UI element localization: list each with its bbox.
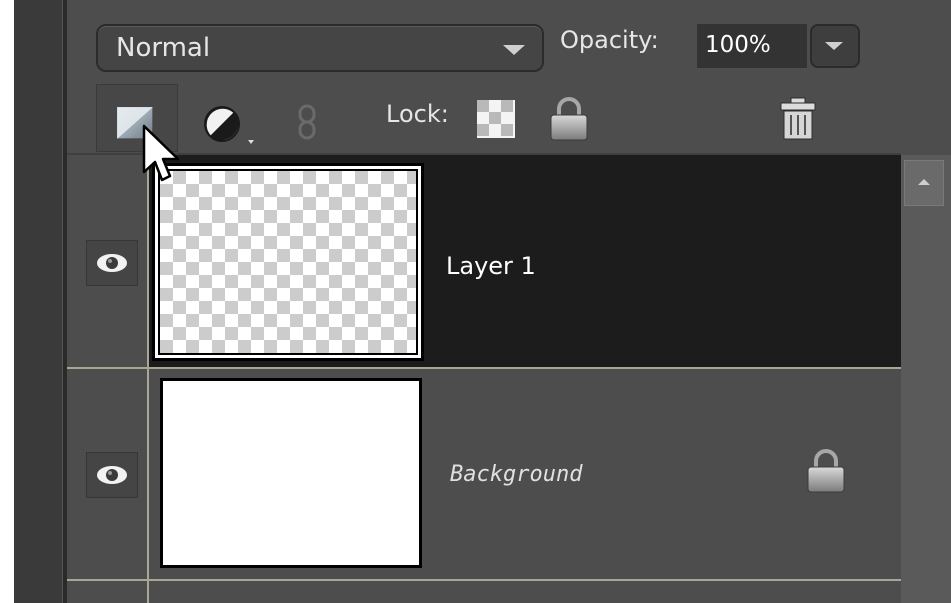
- layer-visibility-toggle[interactable]: [86, 240, 138, 286]
- eye-icon: [97, 254, 127, 272]
- mouse-pointer-icon: [142, 124, 180, 182]
- layer-name[interactable]: Background: [450, 462, 582, 487]
- layers-panel-window: Normal Opacity: 100% Lock: Layer 1 Backg…: [0, 0, 951, 603]
- visibility-column-divider: [147, 155, 149, 603]
- layer-thumbnail[interactable]: [160, 378, 422, 568]
- opacity-input[interactable]: 100%: [697, 24, 807, 68]
- row-divider: [67, 579, 901, 581]
- layer-visibility-toggle[interactable]: [86, 452, 138, 498]
- lock-label: Lock:: [386, 100, 449, 128]
- scroll-up-button[interactable]: [904, 160, 944, 206]
- opacity-label: Opacity:: [560, 26, 659, 54]
- blend-mode-value: Normal: [116, 33, 211, 63]
- left-dock-strip: [14, 0, 62, 603]
- lock-icon: [807, 449, 845, 493]
- layer-thumbnail[interactable]: [152, 163, 424, 361]
- adjustment-layer-icon[interactable]: [200, 102, 256, 148]
- eye-icon: [97, 466, 127, 484]
- lock-transparent-pixels-icon[interactable]: [477, 100, 515, 138]
- layer-name[interactable]: Layer 1: [446, 252, 536, 280]
- scrollbar-track[interactable]: [901, 155, 951, 603]
- lock-icon[interactable]: [548, 96, 590, 142]
- transparency-checkerboard: [158, 169, 418, 355]
- opacity-slider-button[interactable]: [810, 24, 860, 68]
- trash-icon[interactable]: [776, 96, 820, 142]
- row-divider: [67, 367, 901, 369]
- blend-mode-dropdown[interactable]: Normal: [96, 24, 544, 72]
- link-icon[interactable]: [296, 104, 320, 140]
- chevron-down-icon: [503, 45, 525, 55]
- opacity-value: 100%: [705, 32, 771, 58]
